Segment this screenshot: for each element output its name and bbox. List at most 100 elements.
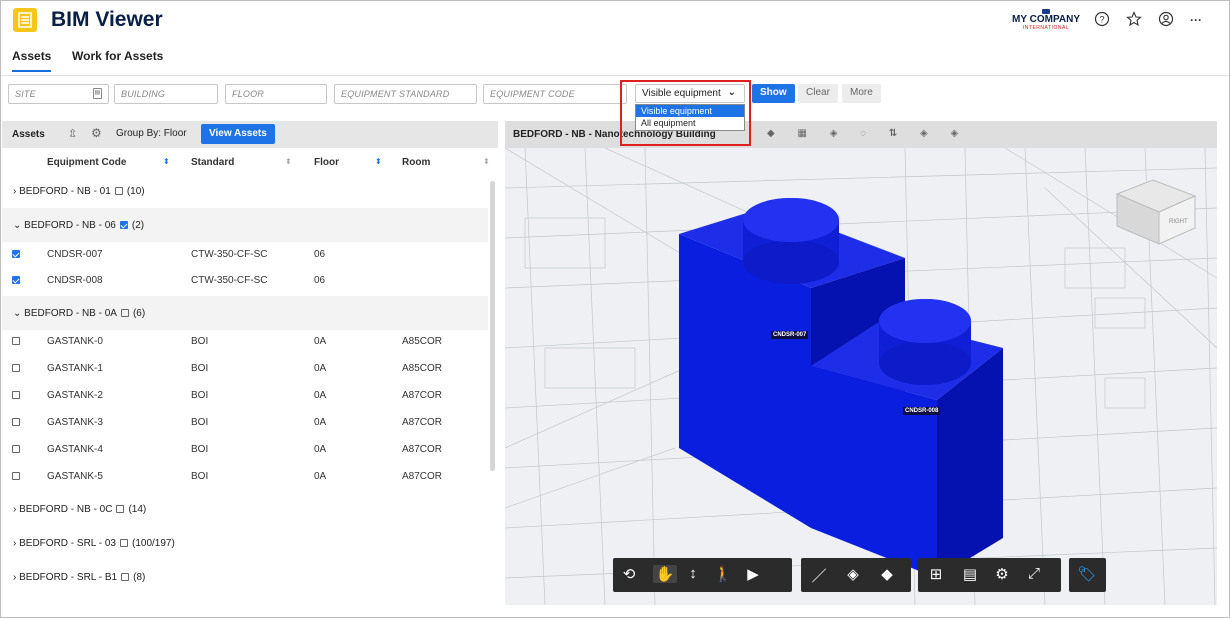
model-browser-icon[interactable]: ⊞ bbox=[924, 565, 948, 583]
tag-icon[interactable]: 🏷 bbox=[1075, 565, 1099, 583]
group-row[interactable]: ⌄ BEDFORD - NB - 06 (2) bbox=[2, 208, 488, 242]
group-label: › BEDFORD - NB - 01 (10) bbox=[13, 186, 145, 197]
row-checkbox[interactable] bbox=[12, 337, 20, 345]
cell-standard: CTW-350-CF-SC bbox=[191, 275, 268, 286]
viewer-toolbar: BEDFORD - NB - Nanotechnology Building ◆… bbox=[505, 121, 1217, 148]
table-row[interactable]: CNDSR-008 CTW-350-CF-SC 06 bbox=[2, 268, 488, 293]
more-menu-icon[interactable]: ··· bbox=[1187, 11, 1205, 29]
main-tabs: Assets Work for Assets bbox=[1, 45, 401, 75]
col-room[interactable]: Room bbox=[402, 157, 430, 168]
group-checkbox[interactable] bbox=[116, 505, 125, 513]
tab-assets[interactable]: Assets bbox=[12, 49, 52, 72]
properties-icon[interactable]: ▤ bbox=[958, 565, 982, 583]
cell-code: GASTANK-3 bbox=[47, 417, 103, 428]
walk-icon[interactable]: 🚶 bbox=[711, 565, 735, 583]
cell-floor: 0A bbox=[314, 363, 327, 374]
cell-room: A87COR bbox=[402, 417, 443, 428]
equipment-standard-input[interactable]: EQUIPMENT STANDARD bbox=[334, 84, 477, 104]
row-checkbox[interactable] bbox=[12, 276, 20, 284]
tab-work-for-assets[interactable]: Work for Assets bbox=[72, 49, 163, 63]
group-checkbox[interactable] bbox=[119, 221, 128, 229]
chevron-right-icon: › bbox=[13, 186, 17, 197]
cell-floor: 06 bbox=[314, 249, 326, 260]
company-logo: MY COMPANY INTERNATIONAL bbox=[1011, 9, 1081, 33]
sort-icon[interactable]: ⬍ bbox=[375, 157, 382, 166]
table-header: Equipment Code ⬍ Standard ⬍ Floor ⬍ Room… bbox=[2, 148, 498, 174]
row-checkbox[interactable] bbox=[12, 445, 20, 453]
group-checkbox[interactable] bbox=[121, 573, 130, 581]
gear-icon[interactable]: ⚙ bbox=[91, 126, 102, 140]
explode-icon[interactable]: ◆ bbox=[875, 565, 899, 583]
cell-standard: BOI bbox=[191, 390, 209, 401]
clear-button[interactable]: Clear bbox=[798, 84, 838, 103]
cell-code: GASTANK-4 bbox=[47, 444, 103, 455]
col-equipment-code[interactable]: Equipment Code bbox=[47, 157, 126, 168]
row-checkbox[interactable] bbox=[12, 364, 20, 372]
settings-icon[interactable]: ⚙ bbox=[990, 565, 1014, 583]
measure-icon[interactable]: ／ bbox=[807, 565, 831, 586]
camera-icon[interactable]: ▶ bbox=[741, 565, 765, 583]
group-checkbox[interactable] bbox=[114, 187, 123, 195]
pan-icon[interactable]: ✋ bbox=[653, 565, 677, 583]
user-profile-icon[interactable] bbox=[1157, 11, 1175, 29]
app-title: BIM Viewer bbox=[51, 8, 163, 31]
orbit-icon[interactable]: ⟲ bbox=[617, 565, 641, 583]
cell-code: CNDSR-007 bbox=[47, 249, 103, 260]
show-button[interactable]: Show bbox=[752, 84, 795, 103]
sort-icon[interactable]: ⬍ bbox=[285, 157, 292, 166]
floor-placeholder: FLOOR bbox=[232, 89, 265, 99]
group-checkbox[interactable] bbox=[120, 309, 129, 317]
table-row[interactable]: GASTANK-3 BOI 0A A87COR bbox=[2, 410, 488, 435]
table-row[interactable]: GASTANK-2 BOI 0A A87COR bbox=[2, 383, 488, 408]
bim-viewer[interactable]: BEDFORD - NB - Nanotechnology Building ◆… bbox=[505, 121, 1217, 605]
table-row[interactable]: GASTANK-1 BOI 0A A85COR bbox=[2, 356, 488, 381]
group-row[interactable]: › BEDFORD - SRL - 03 (100/197) bbox=[2, 526, 488, 560]
site-input[interactable]: SITE ▤ bbox=[8, 84, 109, 104]
section-icon[interactable]: ◈ bbox=[841, 565, 865, 583]
equipment-code-input[interactable]: EQUIPMENT CODE bbox=[483, 84, 627, 104]
view-cube[interactable] bbox=[1115, 179, 1197, 245]
fullscreen-icon[interactable]: ⤢ bbox=[1022, 565, 1046, 582]
floor-input[interactable]: FLOOR bbox=[225, 84, 327, 104]
building-placeholder: BUILDING bbox=[121, 89, 166, 99]
more-button[interactable]: More bbox=[842, 84, 881, 103]
group-label: › BEDFORD - NB - 0C (14) bbox=[13, 504, 147, 515]
company-name: MY COMPANY bbox=[1012, 14, 1080, 25]
help-icon[interactable]: ? bbox=[1093, 11, 1111, 29]
chevron-down-icon: ⌄ bbox=[13, 308, 22, 319]
sort-icon[interactable]: ⬍ bbox=[163, 157, 170, 166]
col-standard[interactable]: Standard bbox=[191, 157, 234, 168]
cell-standard: BOI bbox=[191, 444, 209, 455]
table-scrollbar[interactable] bbox=[490, 181, 495, 471]
group-row[interactable]: › BEDFORD - NB - 0C (14) bbox=[2, 492, 488, 526]
table-row[interactable]: GASTANK-0 BOI 0A A85COR bbox=[2, 329, 488, 354]
view-assets-button[interactable]: View Assets bbox=[201, 124, 275, 144]
sort-icon[interactable]: ⬍ bbox=[483, 157, 490, 166]
col-floor[interactable]: Floor bbox=[314, 157, 339, 168]
row-checkbox[interactable] bbox=[12, 391, 20, 399]
table-row[interactable]: GASTANK-5 BOI 0A A87COR bbox=[2, 464, 488, 489]
group-row[interactable]: › BEDFORD - NB - 01 (10) bbox=[2, 174, 488, 208]
row-checkbox[interactable] bbox=[12, 418, 20, 426]
row-checkbox[interactable] bbox=[12, 472, 20, 480]
model-canvas[interactable] bbox=[505, 148, 1217, 605]
navigation-toolbar: ⟲ ✋ ↕ 🚶 ▶ bbox=[613, 558, 792, 592]
group-row[interactable]: ⌄ BEDFORD - NB - 0A (6) bbox=[2, 296, 488, 330]
app-window: BIM Viewer MY COMPANY INTERNATIONAL ? ··… bbox=[0, 0, 1230, 618]
cell-code: GASTANK-5 bbox=[47, 471, 103, 482]
row-checkbox[interactable] bbox=[12, 250, 20, 258]
export-icon[interactable]: ⇫ bbox=[68, 127, 77, 140]
favorite-star-icon[interactable] bbox=[1125, 11, 1143, 29]
group-by-button[interactable]: Group By: Floor bbox=[110, 124, 193, 144]
assets-panel-title: Assets bbox=[12, 129, 45, 140]
table-row[interactable]: CNDSR-007 CTW-350-CF-SC 06 bbox=[2, 242, 488, 267]
site-lookup-icon[interactable]: ▤ bbox=[93, 88, 102, 99]
viewer-toolbar-icons[interactable]: ◆ ▦ ◈ ◌ ⇅ ◈ ◈ bbox=[767, 128, 968, 139]
group-checkbox[interactable] bbox=[120, 539, 128, 547]
building-input[interactable]: BUILDING bbox=[114, 84, 218, 104]
table-row[interactable]: GASTANK-4 BOI 0A A87COR bbox=[2, 437, 488, 462]
zoom-icon[interactable]: ↕ bbox=[681, 565, 705, 582]
settings-toolbar: ⊞ ▤ ⚙ ⤢ bbox=[918, 558, 1061, 592]
highlight-box bbox=[620, 80, 751, 146]
group-row[interactable]: › BEDFORD - SRL - B1 (8) bbox=[2, 560, 488, 594]
